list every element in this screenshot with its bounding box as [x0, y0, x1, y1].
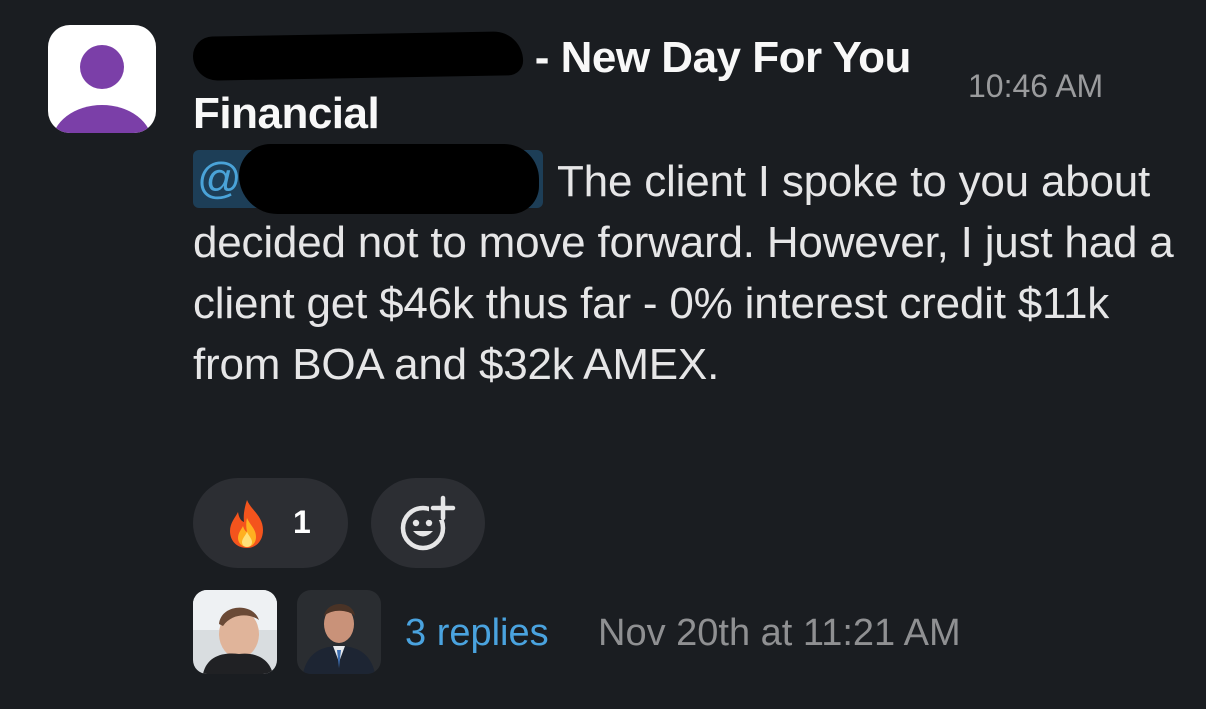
user-mention[interactable]: @	[193, 144, 543, 214]
add-reaction-icon	[400, 495, 456, 551]
sender-org: - New Day For You	[523, 33, 912, 82]
reaction-count: 1	[293, 504, 311, 540]
default-user-icon	[53, 45, 151, 133]
mention-at: @	[197, 154, 242, 203]
reaction-fire[interactable]: 1	[193, 478, 348, 568]
redacted-mention	[239, 144, 539, 214]
message-body: @ The client I spoke to you about decide…	[193, 144, 1183, 395]
message-timestamp[interactable]: 10:46 AM	[968, 68, 1103, 105]
reply-avatar-2	[297, 590, 381, 674]
message-item[interactable]: - New Day For You Financial 10:46 AM @ T…	[0, 0, 1206, 709]
sender-org-line2: Financial	[193, 89, 380, 138]
sender-avatar[interactable]	[48, 25, 156, 133]
fire-icon	[230, 500, 263, 548]
replies-link[interactable]: 3 replies	[405, 612, 549, 655]
sender-name[interactable]: - New Day For You Financial	[192, 30, 963, 142]
reply-avatar-1	[193, 590, 277, 674]
redacted-name	[192, 31, 524, 81]
user-photo-icon	[193, 590, 277, 674]
last-reply-time: Nov 20th at 11:21 AM	[598, 612, 961, 654]
user-photo-icon	[297, 590, 381, 674]
add-reaction-button[interactable]	[371, 478, 485, 568]
